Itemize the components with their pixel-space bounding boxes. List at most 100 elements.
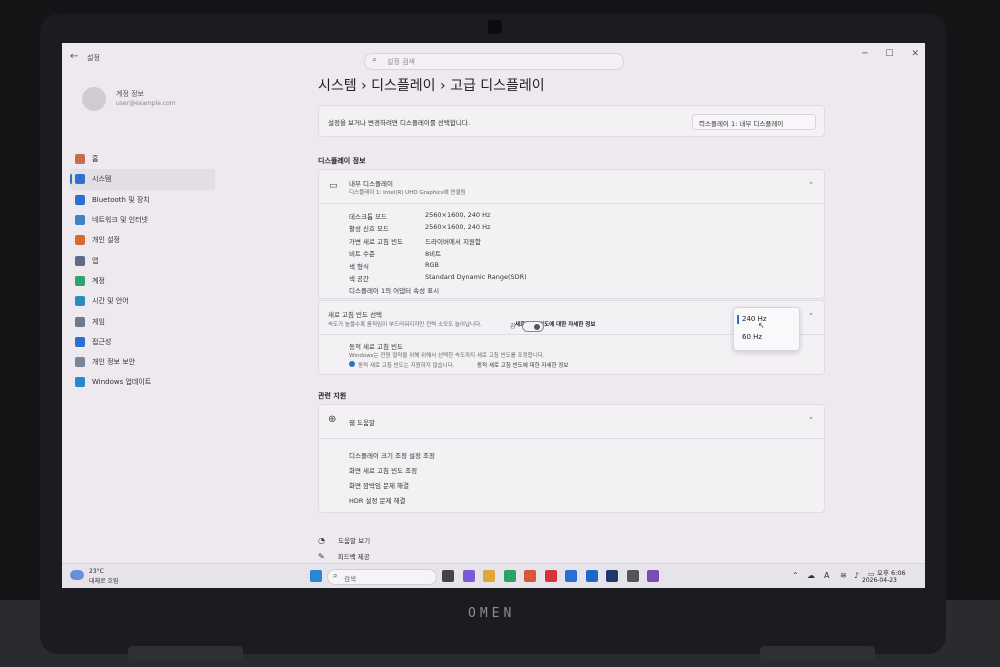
outlook-icon[interactable] [585, 570, 598, 582]
copilot-icon[interactable] [462, 570, 475, 582]
webcam [488, 20, 502, 34]
info-label: 색 공간 [349, 275, 370, 283]
feedback-icon: ✎ [318, 552, 325, 561]
hinge-right [760, 646, 875, 660]
app-red-icon[interactable] [544, 570, 557, 582]
breadcrumb-separator: › [361, 78, 367, 94]
dynamic-refresh-link[interactable]: 동적 새로 고침 빈도에 대한 자세한 정보 [477, 361, 568, 369]
taskbar: 23°C 대체로 흐림 ⌕ 검색 ⌃ ☁ A ≋ ♪ ▭ 오후 6:06 202… [62, 563, 925, 588]
chevron-up-icon[interactable]: ⌃ [792, 571, 799, 580]
brush-icon [75, 235, 85, 246]
section-display-info: 디스플레이 정보 [318, 157, 366, 165]
volume-icon[interactable]: ♪ [854, 571, 859, 580]
ime-icon[interactable]: A [824, 571, 829, 580]
bluetooth-icon [75, 194, 85, 205]
settings-icon[interactable] [626, 570, 639, 582]
search-placeholder: 설정 검색 [387, 58, 415, 66]
screen: ← 설정 ⌕ 설정 검색 ─ ☐ ✕ 계정 정보 user@example.co… [62, 43, 925, 588]
info-label: 활성 신호 모드 [349, 225, 390, 234]
sidebar-item[interactable]: 홈 [70, 149, 215, 169]
dynamic-refresh-toggle[interactable] [522, 321, 544, 332]
weather-cloud-icon[interactable] [70, 570, 84, 580]
avatar [82, 87, 106, 111]
help-link[interactable]: 디스플레이 크기 조정 설정 조정 [349, 450, 435, 460]
security-icon[interactable] [647, 570, 659, 582]
chevron-up-icon[interactable]: ⌃ [808, 312, 814, 320]
widgets-icon[interactable] [442, 570, 454, 582]
sidebar-item-label: 개인 설정 [92, 236, 120, 245]
sidebar-item-label: 계정 [92, 276, 105, 285]
display-name: 내부 디스플레이 [349, 180, 393, 188]
adapter-properties-link[interactable]: 디스플레이 1의 어댑터 속성 표시 [349, 285, 439, 295]
maximize-button[interactable]: ☐ [885, 49, 893, 59]
monitor-icon [75, 174, 85, 185]
sidebar-item-label: Bluetooth 및 장치 [92, 195, 150, 204]
search-icon: ⌕ [372, 55, 378, 65]
cloud-icon[interactable]: ☁ [807, 571, 815, 580]
breadcrumb-separator: › [440, 78, 446, 94]
app-title: 설정 [87, 54, 100, 62]
sidebar-item[interactable]: 네트워크 및 인터넷 [70, 210, 215, 230]
toggle-state-label: 끔 [510, 323, 516, 330]
info-value: 드라이버에서 지원함 [425, 237, 481, 246]
accessibility-icon [75, 336, 85, 347]
globe-clock-icon [75, 296, 85, 307]
steam-icon[interactable] [606, 570, 618, 582]
start-icon[interactable] [310, 570, 322, 582]
feedback-label: 피드백 제공 [337, 553, 370, 561]
web-help-title: 웹 도움말 [349, 419, 375, 427]
minimize-button[interactable]: ─ [862, 49, 867, 59]
file-explorer-icon[interactable] [483, 570, 495, 582]
sidebar-item[interactable]: 개인 정보 보안 [70, 352, 215, 372]
sidebar-item[interactable]: 계정 [70, 271, 215, 291]
web-help-header[interactable]: ⊕ 웹 도움말 ⌃ [319, 405, 824, 439]
display-info-header[interactable]: ▭ 내부 디스플레이 디스플레이 1: Intel(R) UHD Graphic… [319, 170, 824, 204]
wifi-icon [75, 215, 85, 226]
dynamic-refresh-note: 동적 새로 고침 빈도는 지원하지 않습니다. [358, 363, 455, 369]
sidebar-item-label: 시스템 [92, 175, 112, 184]
settings-search-input[interactable]: ⌕ 설정 검색 [364, 53, 624, 70]
help-link[interactable]: HDR 설정 문제 해결 [349, 495, 406, 505]
gamepad-icon [75, 316, 85, 327]
sidebar-item[interactable]: 접근성 [70, 332, 215, 352]
breadcrumb-display[interactable]: 디스플레이 [371, 78, 435, 94]
hinge-left [128, 646, 243, 660]
mail-icon[interactable] [565, 570, 577, 582]
weather-temp: 23°C [89, 568, 104, 575]
chevron-up-icon: ⌃ [808, 181, 814, 189]
sidebar-item[interactable]: 시간 및 언어 [70, 291, 215, 311]
display-dropdown[interactable]: 디스플레이 1: 내부 디스플레이 ⌄ [692, 114, 816, 130]
sidebar-item[interactable]: 앱 [70, 250, 215, 270]
clock-date[interactable]: 2026-04-23 [862, 577, 897, 584]
sidebar-item[interactable]: 게임 [70, 311, 215, 331]
sidebar-item[interactable]: Bluetooth 및 장치 [70, 190, 215, 210]
feedback-link[interactable]: ✎ 피드백 제공 [318, 544, 370, 563]
store-icon[interactable] [524, 570, 536, 582]
brand-logo: OMEN [468, 606, 516, 621]
profile-name: 계정 정보 [116, 90, 144, 98]
laptop-icon: ▭ [329, 181, 338, 191]
sidebar-item-label: 접근성 [92, 337, 112, 346]
back-arrow-icon[interactable]: ← [70, 51, 78, 62]
select-display-text: 설정을 보거나 변경하려면 디스플레이를 선택합니다. [328, 119, 470, 127]
sidebar-item[interactable]: 개인 설정 [70, 230, 215, 250]
wifi-icon[interactable]: ≋ [840, 571, 847, 580]
refresh-rate-title: 새로 고침 빈도 선택 [328, 311, 383, 319]
sidebar-item[interactable]: Windows 업데이트 [70, 372, 215, 392]
web-help-card: ⊕ 웹 도움말 ⌃ 디스플레이 크기 조정 설정 조정 화면 새로 고침 빈도 … [318, 404, 825, 513]
breadcrumb-system[interactable]: 시스템 [318, 78, 357, 94]
info-label: 색 형식 [349, 262, 370, 271]
sidebar-item-label: 앱 [92, 256, 99, 265]
refresh-rate-desc: 속도가 높을수록 움직임이 부드러워지지만 전력 소모도 늘어납니다. [328, 322, 482, 328]
refresh-option-60[interactable]: 60 Hz [742, 333, 762, 341]
help-link[interactable]: 화면 새로 고침 빈도 조정 [349, 465, 417, 475]
update-icon [75, 377, 85, 388]
info-label: 데스크톱 모드 [349, 213, 387, 221]
sidebar-item[interactable]: 시스템 [70, 169, 215, 190]
clock-time[interactable]: 오후 6:06 [877, 567, 906, 577]
dynamic-refresh-title: 동적 새로 고침 빈도 [349, 343, 404, 351]
help-link[interactable]: 화면 깜박임 문제 해결 [349, 480, 409, 490]
close-button[interactable]: ✕ [911, 49, 919, 59]
edge-icon[interactable] [503, 570, 516, 582]
taskbar-search[interactable]: ⌕ 검색 [327, 569, 437, 585]
